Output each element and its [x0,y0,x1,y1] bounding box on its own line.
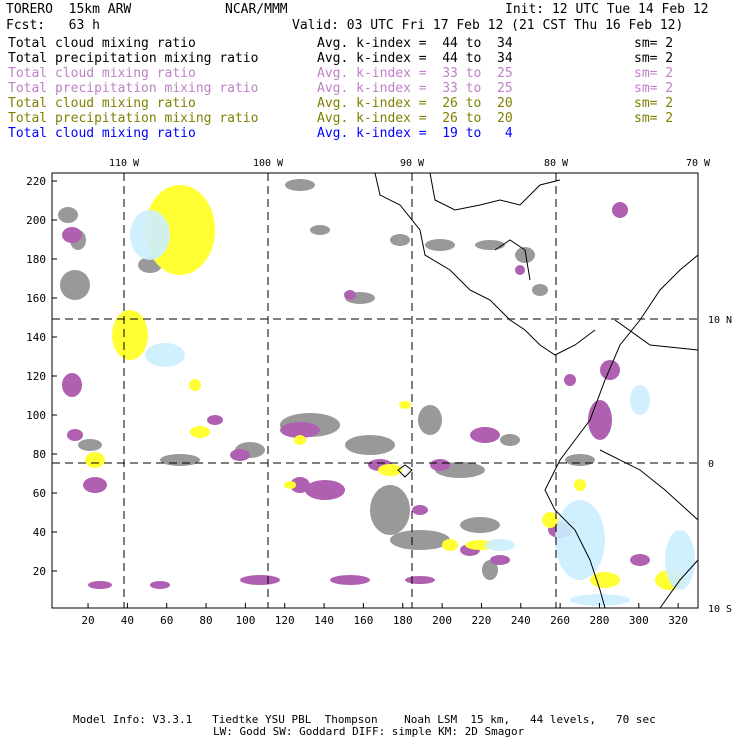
cloud-yellow-area [85,452,105,468]
latitude-label: 10 N [708,315,732,326]
coastline [429,172,561,211]
cloud-blue-area [665,530,695,590]
cloud-purple-area [330,575,370,585]
longitude-label: 100 W [253,158,284,169]
cloud-gray-area [390,530,450,550]
longitude-label: 90 W [400,158,425,169]
cloud-yellow-area [294,435,306,445]
x-tick-label: 60 [160,614,173,627]
cloud-yellow-area [284,481,296,489]
cloud-gray-area [160,454,200,466]
cloud-gray-area [285,179,315,191]
longitude-label: 110 W [109,158,140,169]
cloud-yellow-area [574,479,586,491]
cloud-gray-area [418,405,442,435]
cloud-purple-area [630,554,650,566]
cloud-purple-area [62,227,82,243]
cloud-blue-area [630,385,650,415]
x-tick-label: 120 [275,614,295,627]
x-tick-label: 220 [472,614,492,627]
y-tick-label: 20 [33,565,46,578]
map-plot: 20 40 60 80 100 120 140 160 180 200 220 240 260 280 30… [26,158,732,627]
cloud-yellow-area [442,539,458,551]
y-tick-label: 200 [26,214,46,227]
cloud-purple-area [240,575,280,585]
cloud-gray-area [475,240,505,250]
x-tick-label: 260 [550,614,570,627]
x-tick-label: 40 [121,614,134,627]
cloud-gray-area [460,517,500,533]
cloud-gray-area [78,439,102,451]
x-tick-label: 160 [353,614,373,627]
cloud-yellow-area [399,401,411,409]
cloud-yellow-area [190,426,210,438]
cloud-gray-area [565,454,595,466]
cloud-gray-area [370,485,410,535]
y-tick-label: 60 [33,487,46,500]
x-tick-label: 180 [393,614,413,627]
cloud-blue-area [130,210,170,260]
latitude-label: 10 S [708,604,732,615]
cloud-gray-area [345,435,395,455]
y-tick-label: 120 [26,370,46,383]
cloud-blue-area [485,539,515,551]
latitude-label: 0 [708,459,714,470]
cloud-purple-area [470,427,500,443]
cloud-purple-area [305,480,345,500]
cloud-purple-area [150,581,170,589]
cloud-purple-area [564,374,576,386]
model-info-line2: LW: Godd SW: Goddard DIFF: simple KM: 2D… [213,725,525,738]
longitude-label: 70 W [686,158,711,169]
cloud-purple-area [490,555,510,565]
coastline [374,172,596,356]
x-tick-label: 200 [432,614,452,627]
x-tick-label: 140 [314,614,334,627]
cloud-blue-area [570,594,630,606]
cloud-purple-area [88,581,112,589]
cloud-gray-area [390,234,410,246]
cloud-purple-area [515,265,525,275]
cloud-purple-area [62,373,82,397]
cloud-gray-area [532,284,548,296]
x-tick-label: 240 [511,614,531,627]
cloud-purple-area [588,400,612,440]
y-tick-label: 140 [26,331,46,344]
cloud-gray-area [60,270,90,300]
x-tick-label: 280 [590,614,610,627]
cloud-purple-area [612,202,628,218]
y-tick-label: 80 [33,448,46,461]
cloud-purple-area [405,576,435,584]
cloud-blue-area [145,343,185,367]
forecast-map-page: TORERO 15km ARW NCAR/MMM Init: 12 UTC Tu… [0,0,740,740]
cloud-purple-area [230,449,250,461]
x-tick-label: 320 [668,614,688,627]
cloud-purple-area [600,360,620,380]
x-tick-label: 100 [235,614,255,627]
cloud-gray-area [310,225,330,235]
y-tick-label: 220 [26,175,46,188]
cloud-purple-area [83,477,107,493]
y-tick-label: 180 [26,253,46,266]
y-tick-label: 160 [26,292,46,305]
cloud-gray-area [58,207,78,223]
y-tick-label: 100 [26,409,46,422]
cloud-purple-area [412,505,428,515]
x-tick-label: 300 [629,614,649,627]
x-tick-label: 20 [81,614,94,627]
coastline [599,449,699,521]
cloud-purple-area [207,415,223,425]
cloud-purple-area [67,429,83,441]
x-tick-label: 80 [199,614,212,627]
cloud-purple-area [430,459,450,471]
y-tick-label: 40 [33,526,46,539]
cloud-yellow-area [189,379,201,391]
cloud-yellow-area [112,310,148,360]
cloud-gray-area [425,239,455,251]
cloud-purple-area [344,290,356,300]
cloud-gray-area [500,434,520,446]
longitude-label: 80 W [544,158,569,169]
